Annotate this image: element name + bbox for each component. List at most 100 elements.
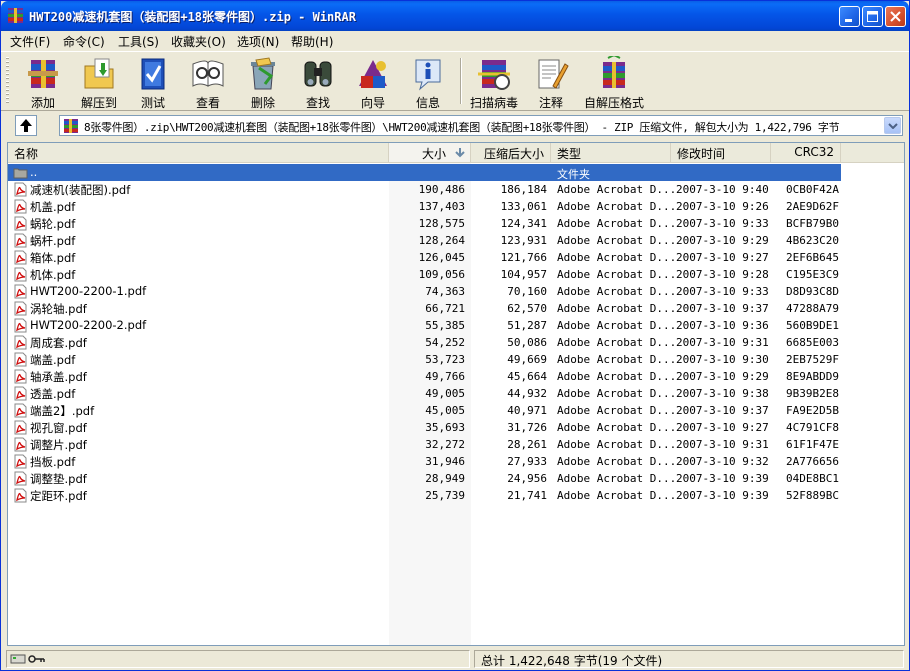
file-type: Adobe Acrobat D...	[557, 404, 677, 417]
file-type: Adobe Acrobat D...	[557, 183, 677, 196]
address-path: 8张零件图）.zip\HWT200减速机套图（装配图+18张零件图）\HWT20…	[84, 121, 840, 134]
maximize-button[interactable]	[862, 6, 883, 27]
file-crc32: C195E3C9	[786, 268, 839, 281]
file-row[interactable]: 蜗轮.pdf 128,575 124,341 Adobe Acrobat D... 20…	[8, 215, 904, 232]
file-row[interactable]: 蜗杆.pdf 128,264 123,931 Adobe Acrobat D... 20…	[8, 232, 904, 249]
menu-file[interactable]: 文件(F)	[10, 33, 50, 50]
delete-label: 删除	[250, 96, 275, 110]
menu-options[interactable]: 选项(N)	[237, 33, 279, 50]
file-row[interactable]: 机体.pdf 109,056 104,957 Adobe Acrobat D... 20…	[8, 266, 904, 283]
up-one-level-button[interactable]	[15, 115, 37, 136]
file-row[interactable]: HWT200-2200-1.pdf 74,363 70,160 Adobe Acrob…	[8, 283, 904, 300]
file-row[interactable]: 端盖.pdf 53,723 49,669 Adobe Acrobat D... 2007…	[8, 351, 904, 368]
file-row[interactable]: 视孔窗.pdf 35,693 31,726 Adobe Acrobat D... 200…	[8, 419, 904, 436]
file-type: Adobe Acrobat D...	[557, 319, 677, 332]
menu-favorites[interactable]: 收藏夹(O)	[171, 33, 226, 50]
info-button[interactable]: 信息	[403, 54, 453, 110]
column-header-crc32[interactable]: CRC32	[771, 143, 841, 162]
add-button[interactable]: 添加	[17, 54, 69, 110]
address-dropdown-button[interactable]	[884, 117, 901, 134]
file-packed-size: 50,086	[507, 336, 547, 349]
column-header-modified[interactable]: 修改时间	[671, 143, 771, 162]
column-header-name[interactable]: 名称	[8, 143, 389, 162]
parent-folder-type: 文件夹	[557, 168, 590, 181]
column-header-packed[interactable]: 压缩后大小	[471, 143, 551, 162]
file-modified: 2007-3-10 9:27	[676, 251, 769, 264]
file-packed-size: 104,957	[500, 268, 547, 281]
file-row[interactable]: 轴承盖.pdf 49,766 45,664 Adobe Acrobat D... 200…	[8, 368, 904, 385]
pdf-file-icon	[14, 335, 27, 350]
file-type: Adobe Acrobat D...	[557, 438, 677, 451]
comment-button[interactable]: 注释	[529, 54, 573, 110]
file-name: 涡轮轴.pdf	[30, 302, 87, 316]
file-name: 调整垫.pdf	[30, 472, 87, 486]
pdf-file-icon	[14, 352, 27, 367]
file-name: 蜗杆.pdf	[30, 234, 76, 248]
file-row[interactable]: 端盖2】.pdf 45,005 40,971 Adobe Acrobat D... 20…	[8, 402, 904, 419]
wizard-label: 向导	[360, 96, 385, 110]
status-total: 总计 1,422,648 字节(19 个文件)	[481, 654, 663, 668]
file-size: 109,056	[418, 268, 465, 281]
pdf-file-icon	[14, 454, 27, 469]
sfx-button[interactable]: 自解压格式	[581, 54, 647, 110]
file-type: Adobe Acrobat D...	[557, 421, 677, 434]
close-button[interactable]	[885, 6, 906, 27]
file-row[interactable]: 透盖.pdf 49,005 44,932 Adobe Acrobat D... 2007…	[8, 385, 904, 402]
arrow-up-icon	[20, 119, 32, 132]
view-button[interactable]: 查看	[183, 54, 233, 110]
scan-virus-button[interactable]: 扫描病毒	[465, 54, 523, 110]
file-row[interactable]: 定距环.pdf 25,739 21,741 Adobe Acrobat D... 200…	[8, 487, 904, 504]
file-row[interactable]: 挡板.pdf 31,946 27,933 Adobe Acrobat D... 2007…	[8, 453, 904, 470]
address-combobox[interactable]: 8张零件图）.zip\HWT200减速机套图（装配图+18张零件图）\HWT20…	[59, 115, 903, 136]
view-icon	[192, 60, 224, 87]
file-row[interactable]: 调整垫.pdf 28,949 24,956 Adobe Acrobat D... 200…	[8, 470, 904, 487]
file-row[interactable]: 减速机(装配图).pdf 190,486 186,184 Adobe Acrobat …	[8, 181, 904, 198]
file-row[interactable]: HWT200-2200-2.pdf 55,385 51,287 Adobe Acrob…	[8, 317, 904, 334]
file-type: Adobe Acrobat D...	[557, 336, 677, 349]
file-name: 视孔窗.pdf	[30, 421, 87, 435]
file-row[interactable]: 调整片.pdf 32,272 28,261 Adobe Acrobat D... 200…	[8, 436, 904, 453]
menu-tools[interactable]: 工具(S)	[118, 33, 159, 50]
delete-button[interactable]: 删除	[239, 54, 287, 110]
menu-help[interactable]: 帮助(H)	[291, 33, 333, 50]
file-name: 机体.pdf	[30, 268, 76, 282]
file-name: 透盖.pdf	[30, 387, 76, 401]
file-name: 调整片.pdf	[30, 438, 87, 452]
title-bar[interactable]: HWT200减速机套图（装配图+18张零件图）.zip - WinRAR	[1, 1, 909, 31]
file-row[interactable]: 箱体.pdf 126,045 121,766 Adobe Acrobat D... 20…	[8, 249, 904, 266]
menu-bar: 文件(F) 命令(C) 工具(S) 收藏夹(O) 选项(N) 帮助(H)	[1, 31, 909, 51]
sfx-label: 自解压格式	[583, 96, 644, 110]
wizard-button[interactable]: 向导	[347, 54, 399, 110]
column-header-size[interactable]: 大小	[389, 143, 471, 162]
file-packed-size: 62,570	[507, 302, 547, 315]
test-button[interactable]: 测试	[129, 54, 177, 110]
file-name: HWT200-2200-1.pdf	[30, 284, 147, 298]
file-type: Adobe Acrobat D...	[557, 268, 677, 281]
file-packed-size: 49,669	[507, 353, 547, 366]
file-type: Adobe Acrobat D...	[557, 387, 677, 400]
winrar-app-icon	[8, 8, 23, 23]
parent-folder-row[interactable]: .. 文件夹	[8, 164, 841, 181]
file-packed-size: 70,160	[507, 285, 547, 298]
file-size: 35,693	[425, 421, 465, 434]
column-header-type[interactable]: 类型	[551, 143, 671, 162]
file-name: 箱体.pdf	[30, 251, 76, 265]
pdf-file-icon	[14, 437, 27, 452]
file-packed-size: 31,726	[507, 421, 547, 434]
find-button[interactable]: 查找	[293, 54, 343, 110]
file-row[interactable]: 涡轮轴.pdf 66,721 62,570 Adobe Acrobat D... 200…	[8, 300, 904, 317]
file-name: 定距环.pdf	[30, 489, 87, 503]
file-size: 32,272	[425, 438, 465, 451]
file-rows: .. 文件夹 减速机(装配图).pdf 190,486 186,184 Adobe A…	[8, 164, 904, 504]
toolbar-grip[interactable]	[6, 57, 9, 105]
file-name: 周成套.pdf	[30, 336, 87, 350]
file-row[interactable]: 周成套.pdf 54,252 50,086 Adobe Acrobat D... 200…	[8, 334, 904, 351]
file-list[interactable]: 名称 大小 压缩后大小 类型 修改时间 CRC32 .. 文件夹 减速机(装配图…	[7, 142, 905, 646]
file-type: Adobe Acrobat D...	[557, 455, 677, 468]
menu-commands[interactable]: 命令(C)	[63, 33, 105, 50]
extract-to-button[interactable]: 解压到	[73, 54, 125, 110]
minimize-button[interactable]	[839, 6, 860, 27]
pdf-file-icon	[14, 318, 27, 333]
file-name: 端盖2】.pdf	[30, 404, 95, 418]
file-row[interactable]: 机盖.pdf 137,403 133,061 Adobe Acrobat D... 20…	[8, 198, 904, 215]
